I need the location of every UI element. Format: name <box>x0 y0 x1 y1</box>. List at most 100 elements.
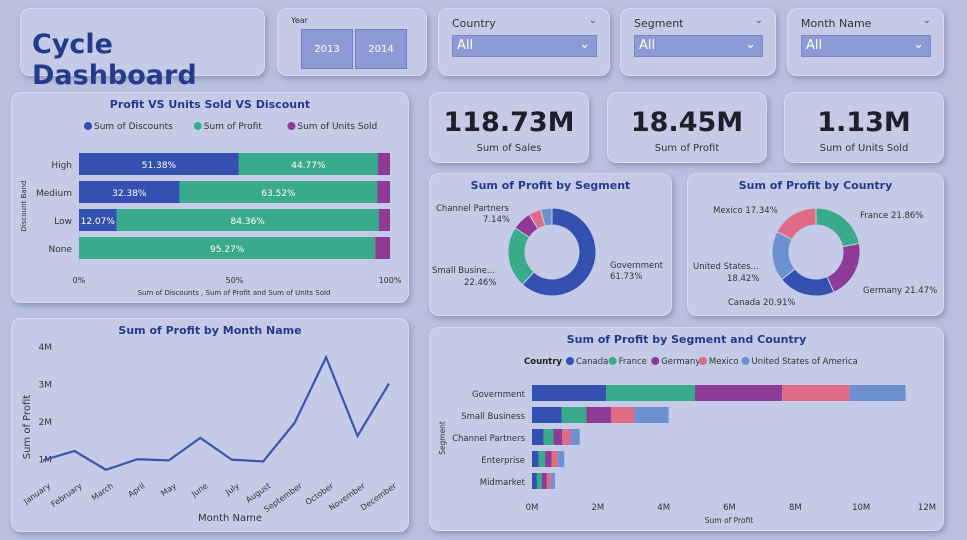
chevron-down-icon: ⌄ <box>745 37 756 52</box>
legend-label: Germany <box>661 357 700 367</box>
x-tick-label: 0M <box>526 503 539 513</box>
legend-marker <box>698 357 707 365</box>
data-label: 12.07% <box>81 217 116 227</box>
y-tick-label: High <box>51 161 72 171</box>
bar-segment <box>586 407 611 423</box>
legend-label: Canada <box>576 357 608 367</box>
bar-segment <box>634 407 669 423</box>
x-tick-label: July <box>223 481 241 497</box>
discount-chart-card: Profit VS Units Sold VS Discount Sum of … <box>11 92 409 303</box>
country-dropdown[interactable]: All ⌄ <box>452 35 597 57</box>
x-tick-label: 12M <box>918 503 936 513</box>
x-tick-label: April <box>126 481 146 499</box>
slice-label: Germany 21.47% <box>863 286 937 296</box>
y-tick-label: None <box>49 245 73 255</box>
kpi-units-value: 1.13M <box>817 107 911 138</box>
x-tick-label: August <box>244 481 272 504</box>
segment-filter-label: Segment <box>634 17 684 30</box>
x-tick-label: 6M <box>723 503 736 513</box>
slice-value: 18.42% <box>727 274 759 284</box>
chevron-down-icon[interactable]: ⌄ <box>755 15 763 26</box>
country-chart-card: Sum of Profit by Country France 21.86% Ge… <box>687 173 944 316</box>
y-tick-label: 2M <box>39 418 53 428</box>
month-dropdown[interactable]: All ⌄ <box>801 35 931 57</box>
legend-marker <box>608 357 617 365</box>
x-tick-label: March <box>90 481 115 502</box>
x-tick-label: 10M <box>852 503 870 513</box>
month-chart-card: Sum of Profit by Month Name 1M 2M 3M 4M Janu… <box>11 318 409 532</box>
legend-label: United States of America <box>752 357 858 367</box>
bar-segment <box>532 407 562 423</box>
chevron-down-icon: ⌄ <box>913 37 924 52</box>
legend-marker <box>741 357 750 365</box>
x-tick-label: February <box>49 481 83 509</box>
y-tick-label: Medium <box>36 189 72 199</box>
x-axis-title: Sum of Discounts , Sum of Profit and Sum… <box>138 289 331 297</box>
slice-label: Government <box>610 261 664 271</box>
bar-segment <box>378 153 390 175</box>
bar-segment <box>553 429 563 445</box>
data-label: 84.36% <box>231 217 266 227</box>
year-option-label: 2013 <box>314 44 340 55</box>
bar-segment <box>532 385 607 401</box>
kpi-profit-value: 18.45M <box>630 107 744 138</box>
country-filter-label: Country <box>452 17 496 30</box>
x-tick-label: 4M <box>657 503 670 513</box>
segment-chart-card: Sum of Profit by Segment Government 61.73… <box>429 173 672 316</box>
chevron-down-icon[interactable]: ⌄ <box>589 15 597 26</box>
segment-dropdown[interactable]: All ⌄ <box>634 35 763 57</box>
month-dropdown-value: All <box>806 38 823 53</box>
y-tick-label: Small Business <box>461 412 525 422</box>
y-axis-title: Segment <box>438 421 447 455</box>
segment-filter: Segment ⌄ All ⌄ <box>620 8 776 76</box>
chevron-down-icon[interactable]: ⌄ <box>923 15 931 26</box>
bar-segment <box>532 429 544 445</box>
month-filter-label: Month Name <box>801 17 872 30</box>
kpi-sales-value: 118.73M <box>443 107 575 138</box>
x-tick-label: December <box>359 481 399 513</box>
x-axis-title: Sum of Profit <box>705 516 753 525</box>
bar-segment <box>375 237 390 259</box>
bar-segment <box>546 473 551 489</box>
slice-value: 61.73% <box>610 272 642 282</box>
legend-label: Sum of Discounts <box>94 122 173 132</box>
bar-segment <box>694 385 783 401</box>
data-label: 95.27% <box>210 245 245 255</box>
bar-segment <box>536 473 542 489</box>
slice-label: Canada 20.91% <box>728 298 795 308</box>
dashboard-title: Cycle Dashboard <box>32 29 197 91</box>
x-tick-label: 0% <box>73 276 86 285</box>
y-axis-title: Sum of Profit <box>22 395 33 460</box>
year-option-2014[interactable]: 2014 <box>355 29 407 69</box>
segcountry-chart-card: Sum of Profit by Segment and Country Cou… <box>429 327 944 531</box>
x-tick-label: 50% <box>226 276 244 285</box>
legend-marker <box>193 122 202 130</box>
y-tick-label: Low <box>54 217 72 227</box>
kpi-profit: 18.45M Sum of Profit <box>607 92 767 163</box>
legend-label: France <box>619 357 647 367</box>
bar-segment <box>538 451 546 467</box>
slice-label: United States... <box>693 262 759 272</box>
x-tick-label: 8M <box>789 503 802 513</box>
kpi-sales: 118.73M Sum of Sales <box>429 92 589 163</box>
bar-segment <box>562 429 571 445</box>
year-option-2013[interactable]: 2013 <box>301 29 353 69</box>
dashboard-title-card: Cycle Dashboard <box>20 8 265 91</box>
segcountry-chart: Country Canada France Germany Mexico United S… <box>438 357 936 525</box>
y-tick-label: Midmarket <box>480 478 526 488</box>
legend-label: Sum of Profit <box>204 122 263 132</box>
x-tick-label: January <box>21 481 52 506</box>
slice-value: 22.46% <box>464 278 496 288</box>
bar-segment <box>532 451 539 467</box>
bar-segment <box>545 451 552 467</box>
data-label: 44.77% <box>291 161 326 171</box>
bar-segment <box>611 407 635 423</box>
month-chart: 1M2M3M4MJanuaryFebruary March April May June… <box>21 343 399 524</box>
segment-chart: Government61.73% Small Busine... 22.46% Cha… <box>432 204 664 297</box>
donut-slice <box>815 207 860 248</box>
kpi-sales-label: Sum of Sales <box>476 143 542 154</box>
data-label: 63.52% <box>261 189 296 199</box>
slice-label: Channel Partners <box>436 204 509 214</box>
slice-label: Mexico 17.34% <box>713 206 778 216</box>
y-tick-label: 4M <box>39 343 53 353</box>
